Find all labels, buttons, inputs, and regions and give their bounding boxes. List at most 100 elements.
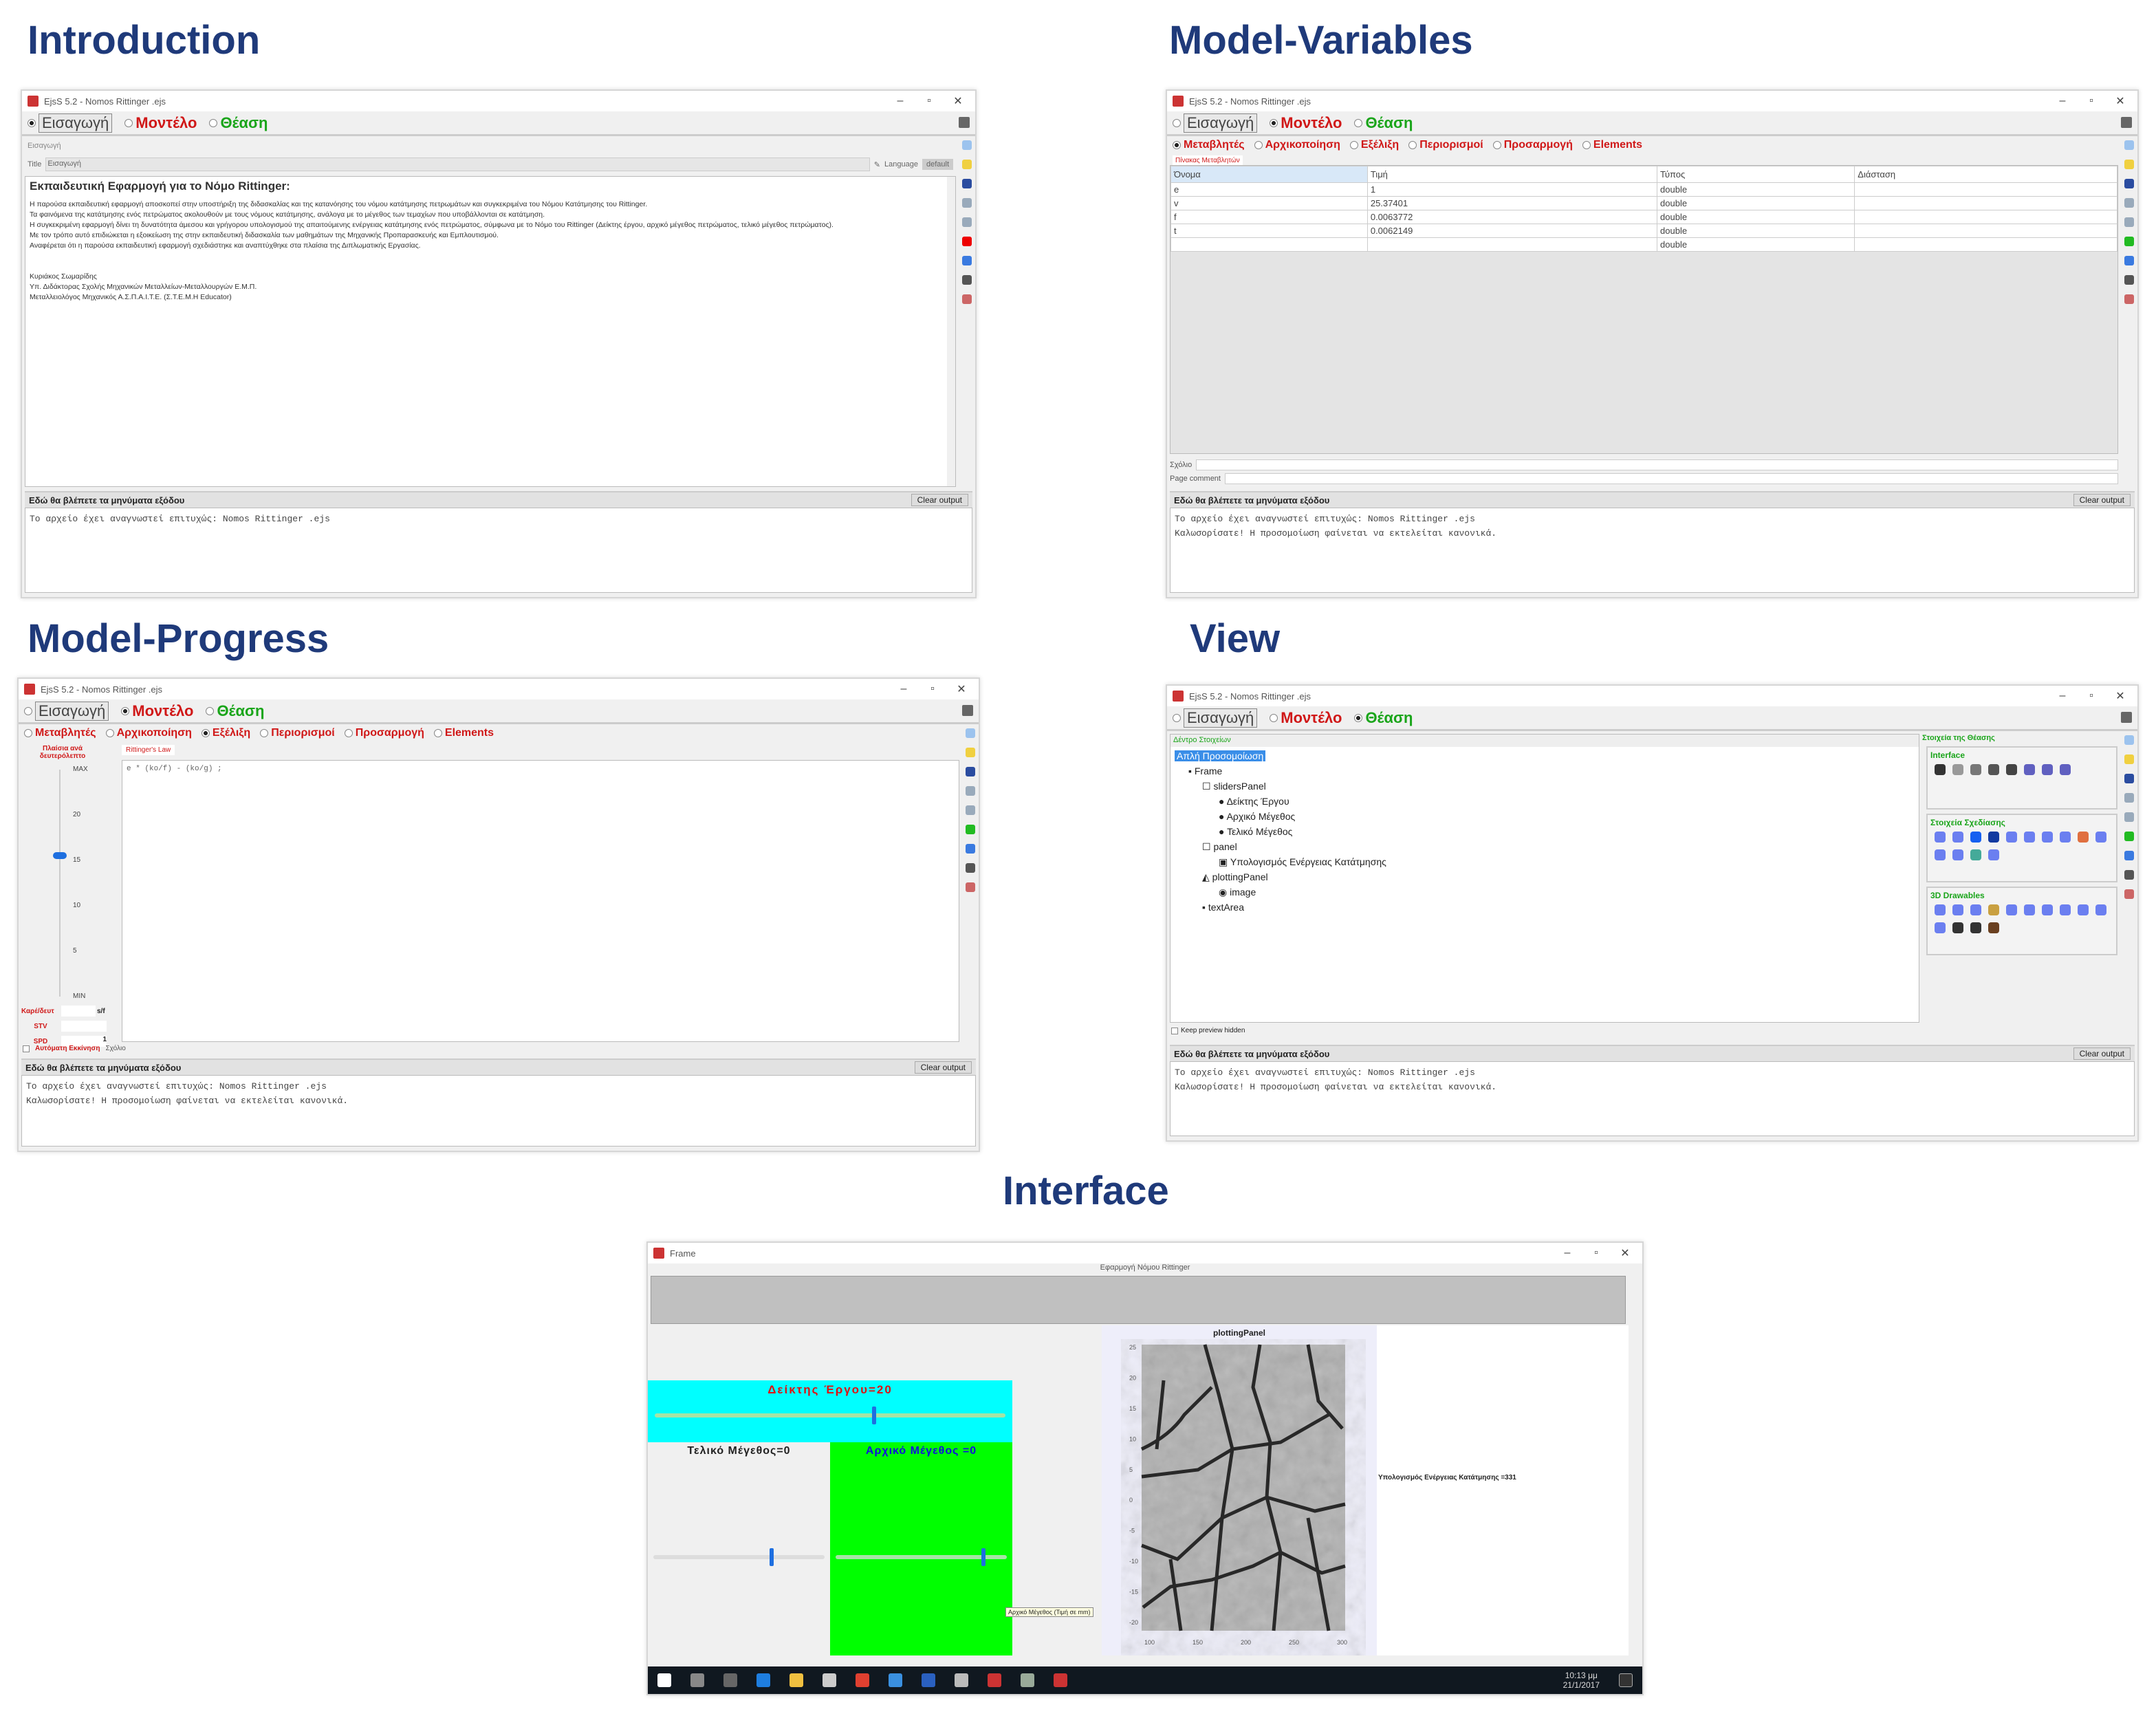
fps-slider-track[interactable] — [59, 770, 61, 997]
element-icon[interactable] — [1952, 904, 1963, 915]
element-icon[interactable] — [2042, 832, 2053, 843]
tab-elements[interactable]: Elements — [433, 727, 494, 739]
mode-model[interactable]: Μοντέλο — [121, 702, 193, 720]
element-icon[interactable] — [1935, 832, 1946, 843]
open-icon[interactable] — [2124, 160, 2134, 169]
element-icon[interactable] — [2078, 904, 2089, 915]
app-icon[interactable] — [955, 1673, 968, 1687]
element-icon[interactable] — [2060, 832, 2071, 843]
grid-icon[interactable] — [2121, 117, 2132, 128]
mode-intro[interactable]: Εισαγωγή — [1173, 708, 1258, 728]
element-icon[interactable] — [1970, 832, 1981, 843]
help-icon[interactable] — [966, 882, 975, 892]
mode-view[interactable]: Θέαση — [1354, 709, 1413, 727]
final-size-slider-thumb[interactable] — [770, 1548, 774, 1566]
info-icon[interactable] — [2124, 256, 2134, 265]
element-icon[interactable] — [1935, 922, 1946, 933]
info-icon[interactable] — [2124, 851, 2134, 860]
clear-output-button[interactable]: Clear output — [914, 1061, 972, 1074]
page-tab[interactable]: Εισαγωγή — [25, 139, 956, 155]
fps-slider-thumb[interactable] — [53, 852, 67, 860]
element-icon[interactable] — [1988, 832, 1999, 843]
page-comment-field[interactable] — [1224, 473, 2118, 484]
minimize-button[interactable]: – — [2051, 690, 2074, 702]
stv-field[interactable] — [61, 1021, 107, 1032]
new-icon[interactable] — [2124, 140, 2134, 150]
edit-icon[interactable]: ✎ — [874, 160, 880, 169]
element-icon[interactable] — [1970, 849, 1981, 860]
search-icon[interactable] — [690, 1673, 704, 1687]
page-tab[interactable]: Rittinger's Law — [122, 745, 175, 755]
element-icon[interactable] — [2042, 764, 2053, 775]
help-icon[interactable] — [2124, 294, 2134, 304]
tab-initialization[interactable]: Αρχικοποίηση — [105, 727, 192, 739]
element-icon[interactable] — [1970, 764, 1981, 775]
element-icon[interactable] — [1952, 922, 1963, 933]
mode-model[interactable]: Μοντέλο — [124, 114, 197, 132]
save-as-icon[interactable] — [2124, 793, 2134, 803]
autostart-checkbox[interactable] — [23, 1045, 30, 1052]
tree-node[interactable]: ● Δείκτης Έργου — [1175, 794, 1915, 809]
edge-icon[interactable] — [756, 1673, 770, 1687]
element-icon[interactable] — [2006, 764, 2017, 775]
tab-variables[interactable]: Μεταβλητές — [1173, 139, 1245, 151]
mode-model[interactable]: Μοντέλο — [1270, 114, 1342, 132]
table-row[interactable]: t 0.0062149 double — [1170, 224, 2117, 238]
settings-icon[interactable] — [966, 863, 975, 873]
element-icon[interactable] — [1988, 922, 1999, 933]
scrollbar[interactable] — [947, 177, 955, 486]
element-icon[interactable] — [2060, 904, 2071, 915]
column-header[interactable]: Όνομα — [1170, 166, 1368, 183]
mode-intro[interactable]: Εισαγωγή — [24, 701, 109, 721]
work-index-slider[interactable] — [655, 1413, 1005, 1418]
save-icon[interactable] — [2124, 774, 2134, 783]
element-icon[interactable] — [1952, 849, 1963, 860]
clock[interactable]: 10:13 μμ 21/1/2017 — [1563, 1671, 1600, 1690]
tree-node[interactable]: ● Τελικό Μέγεθος — [1175, 824, 1915, 839]
element-icon[interactable] — [2024, 832, 2035, 843]
save-as-icon[interactable] — [2124, 198, 2134, 208]
language-select[interactable]: default — [922, 159, 953, 170]
save-as-icon[interactable] — [966, 786, 975, 796]
ejs-icon[interactable] — [988, 1673, 1001, 1687]
maximize-button[interactable]: ▫ — [2080, 95, 2103, 107]
tab-custom[interactable]: Προσαρμογή — [1492, 139, 1573, 151]
maximize-button[interactable]: ▫ — [2080, 690, 2103, 702]
fps-field[interactable] — [61, 1006, 96, 1017]
element-icon[interactable] — [1970, 922, 1981, 933]
help-icon[interactable] — [962, 294, 972, 304]
element-icon[interactable] — [2006, 904, 2017, 915]
grid-icon[interactable] — [2121, 712, 2132, 723]
run-icon[interactable] — [2124, 832, 2134, 841]
mode-view[interactable]: Θέαση — [209, 114, 268, 132]
tree-node[interactable]: ☐ panel — [1175, 839, 1915, 854]
minimize-button[interactable]: – — [889, 95, 912, 107]
app-icon[interactable] — [922, 1673, 935, 1687]
element-icon[interactable] — [1952, 832, 1963, 843]
close-button[interactable]: ✕ — [2109, 689, 2132, 703]
element-icon[interactable] — [1935, 849, 1946, 860]
element-icon[interactable] — [1988, 849, 1999, 860]
minimize-button[interactable]: – — [892, 683, 915, 695]
open-icon[interactable] — [962, 160, 972, 169]
column-header[interactable]: Τιμή — [1366, 166, 1658, 183]
initial-size-slider-thumb[interactable] — [981, 1548, 986, 1566]
tab-custom[interactable]: Προσαρμογή — [344, 727, 424, 739]
element-icon[interactable] — [1952, 764, 1963, 775]
column-header[interactable]: Διάσταση — [1854, 166, 2117, 183]
app-icon[interactable] — [889, 1673, 902, 1687]
element-icon[interactable] — [1935, 904, 1946, 915]
element-icon[interactable] — [2042, 904, 2053, 915]
search-icon[interactable] — [966, 805, 975, 815]
close-button[interactable]: ✕ — [2109, 94, 2132, 108]
tree-node[interactable]: ☐ slidersPanel — [1175, 779, 1915, 794]
save-icon[interactable] — [962, 179, 972, 188]
maximize-button[interactable]: ▫ — [1585, 1247, 1608, 1259]
tab-elements[interactable]: Elements — [1582, 139, 1642, 151]
minimize-button[interactable]: – — [1556, 1247, 1579, 1259]
info-icon[interactable] — [966, 844, 975, 854]
element-icon[interactable] — [1935, 764, 1946, 775]
table-row[interactable]: f 0.0063772 double — [1170, 210, 2117, 224]
settings-icon[interactable] — [2124, 870, 2134, 880]
search-icon[interactable] — [2124, 217, 2134, 227]
